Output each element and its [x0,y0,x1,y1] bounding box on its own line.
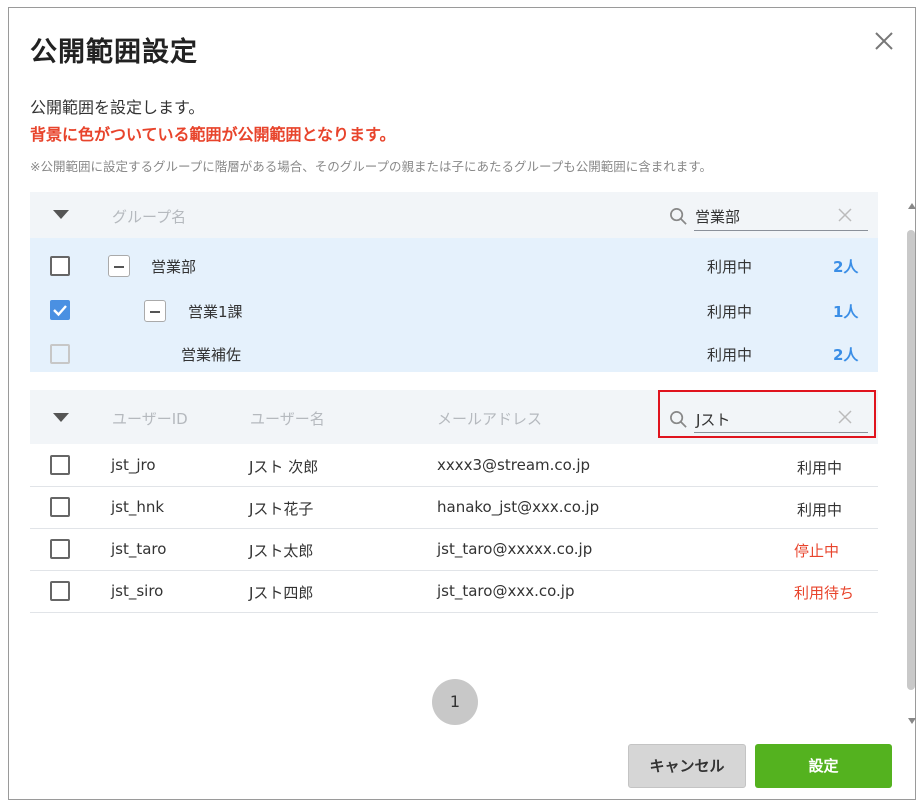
visibility-settings-dialog: 公開範囲設定 公開範囲を設定します。 背景に色がついている範囲が公開範囲となりま… [8,7,916,800]
user-status: 停止中 [794,542,840,560]
group-row-checkbox[interactable] [50,256,70,276]
minus-toggle-icon[interactable] [144,300,166,322]
group-name-header: グループ名 [112,208,187,226]
group-name: 営業補佐 [181,346,242,364]
user-id: jst_siro [111,582,164,600]
group-name: 営業1課 [188,303,243,321]
user-email: jst_taro@xxx.co.jp [437,582,575,600]
group-table-header: グループ名 営業部 [30,192,878,238]
group-row-checkbox[interactable] [50,300,70,320]
user-email: hanako_jst@xxx.co.jp [437,498,600,516]
column-header-email: メールアドレス [437,410,543,428]
row-divider [30,612,878,613]
group-name: 営業部 [151,258,197,276]
column-header-user-id: ユーザーID [112,410,188,428]
user-row-checkbox[interactable] [50,581,70,601]
user-name: Jスト四郎 [249,584,314,602]
user-name: Jスト花子 [249,500,314,518]
user-id: jst_taro [111,540,167,558]
user-status: 利用待ち [794,584,855,602]
close-icon[interactable] [873,30,895,52]
collapse-triangle-icon[interactable] [53,210,69,219]
user-row-checkbox[interactable] [50,539,70,559]
group-search-underline [694,230,868,231]
clear-icon[interactable] [838,208,852,222]
row-divider [30,570,878,571]
group-member-count[interactable]: 1人 [833,301,858,322]
user-row-checkbox[interactable] [50,455,70,475]
search-icon [670,208,687,225]
group-row-checkbox[interactable] [50,344,70,364]
dialog-note: ※公開範囲に設定するグループに階層がある場合、そのグループの親または子にあたるグ… [30,159,712,174]
user-email: xxxx3@stream.co.jp [437,456,591,474]
scroll-down-arrow-icon[interactable] [908,718,916,724]
user-name: Jスト 次郎 [249,458,319,476]
group-status: 利用中 [707,258,753,276]
dialog-warning: 背景に色がついている範囲が公開範囲となります。 [30,125,396,144]
minus-toggle-icon[interactable] [108,255,130,277]
collapse-triangle-icon[interactable] [53,413,69,422]
group-table-body: 営業部 利用中 2人 営業1課 利用中 1人 営業補佐 利用中 2人 [30,238,878,372]
cancel-button[interactable]: キャンセル [628,744,746,788]
column-header-user-name: ユーザー名 [250,410,325,428]
check-icon [53,305,67,317]
user-status: 利用中 [797,501,843,519]
scroll-thumb[interactable] [907,230,915,690]
row-divider [30,528,878,529]
user-row-checkbox[interactable] [50,497,70,517]
user-name: Jスト太郎 [249,542,314,560]
user-id: jst_hnk [111,498,165,516]
user-email: jst_taro@xxxxx.co.jp [437,540,593,558]
group-status: 利用中 [707,346,753,364]
group-member-count[interactable]: 2人 [833,256,858,277]
dialog-description: 公開範囲を設定します。 [30,98,205,117]
user-id: jst_jro [111,456,156,474]
group-status: 利用中 [707,303,753,321]
save-button[interactable]: 設定 [755,744,892,788]
scroll-up-arrow-icon[interactable] [908,203,916,209]
user-status: 利用中 [797,459,843,477]
row-divider [30,486,878,487]
dialog-title: 公開範囲設定 [30,37,198,68]
pagination-page-button[interactable]: 1 [432,679,478,725]
scrollbar[interactable] [905,198,917,728]
search-highlight-box [658,390,876,438]
group-member-count[interactable]: 2人 [833,344,858,365]
group-search-input[interactable]: 営業部 [695,206,740,227]
